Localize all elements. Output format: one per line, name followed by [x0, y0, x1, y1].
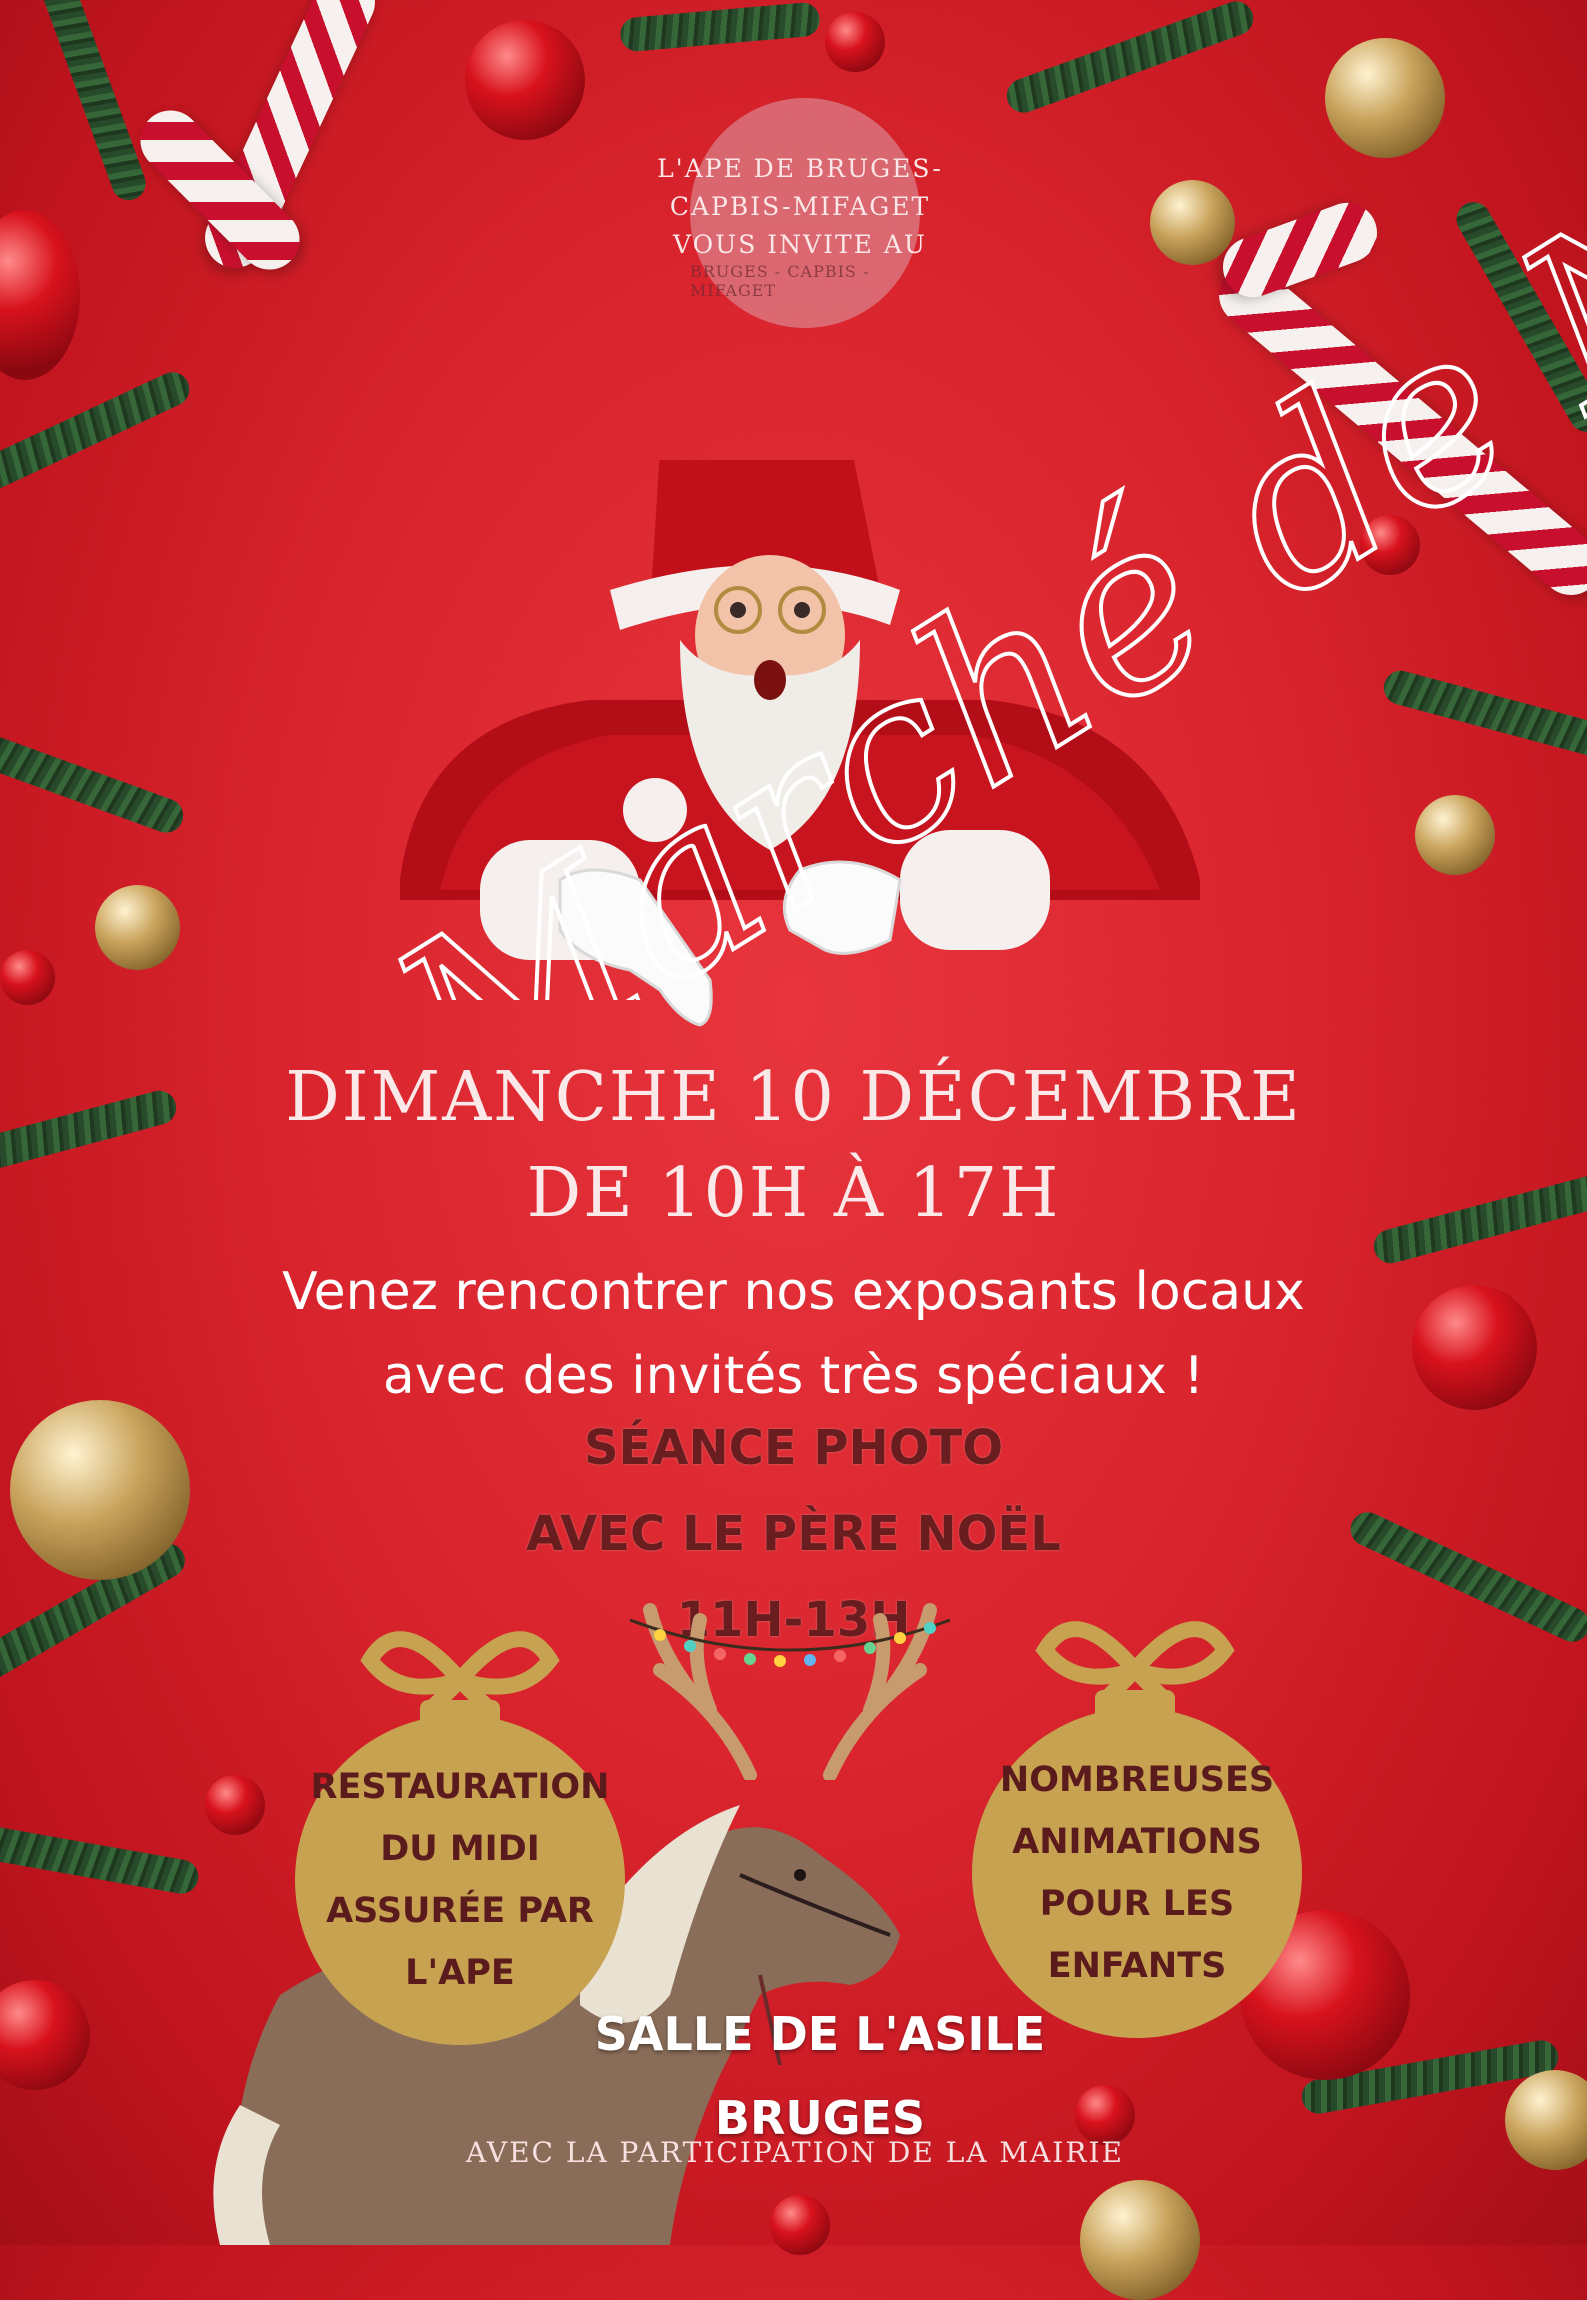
title-text: Marché de Noël: [350, 0, 1587, 1000]
photo-line: SÉANCE PHOTO: [583, 1420, 1004, 1476]
event-date: DIMANCHE 10 DÉCEMBRE DE 10H À 17H: [200, 1050, 1387, 1242]
gold-bauble: [10, 1400, 190, 1580]
red-bauble: [0, 1980, 90, 2090]
bow-icon: [360, 1631, 560, 1710]
credit-line: AVEC LA PARTICIPATION DE LA MAIRIE: [466, 2136, 1124, 2169]
time-line: DE 10H À 17H: [526, 1154, 1061, 1233]
fir-branch: [0, 1817, 201, 1897]
ornament-line: POUR LES: [1039, 1884, 1235, 1924]
ornament-line: NOMBREUSES: [999, 1760, 1275, 1800]
ornament-line: ANIMATIONS: [1012, 1822, 1262, 1862]
ornament-line: DU MIDI: [380, 1829, 540, 1869]
fir-branch: [0, 1086, 180, 1188]
ornament-activities: NOMBREUSES ANIMATIONS POUR LES ENFANTS: [972, 1708, 1302, 2038]
gold-bauble: [1505, 2070, 1587, 2170]
venue-line: SALLE DE L'ASILE: [594, 2007, 1046, 2061]
invite-line: Venez rencontrer nos exposants locaux: [282, 1262, 1305, 1322]
ornament-text: NOMBREUSES ANIMATIONS POUR LES ENFANTS: [1000, 1749, 1274, 1997]
ornament-text: RESTAURATION DU MIDI ASSURÉE PAR L'APE: [311, 1756, 610, 2004]
ornament-line: ENFANTS: [1047, 1946, 1227, 1986]
date-line: DIMANCHE 10 DÉCEMBRE: [285, 1058, 1302, 1137]
invitation-text: Venez rencontrer nos exposants locaux av…: [150, 1250, 1437, 1418]
venue: SALLE DE L'ASILE BRUGES: [520, 1992, 1120, 2160]
fir-branch: [1344, 1506, 1587, 1648]
ornament-line: RESTAURATION: [310, 1767, 610, 1807]
bow-icon: [1035, 1621, 1235, 1700]
photo-line: AVEC LE PÈRE NOËL: [526, 1506, 1061, 1562]
ornament-line: ASSURÉE PAR: [326, 1891, 594, 1931]
poster-title: Marché de Noël: [348, 0, 1587, 1000]
gold-bauble: [1080, 2180, 1200, 2300]
